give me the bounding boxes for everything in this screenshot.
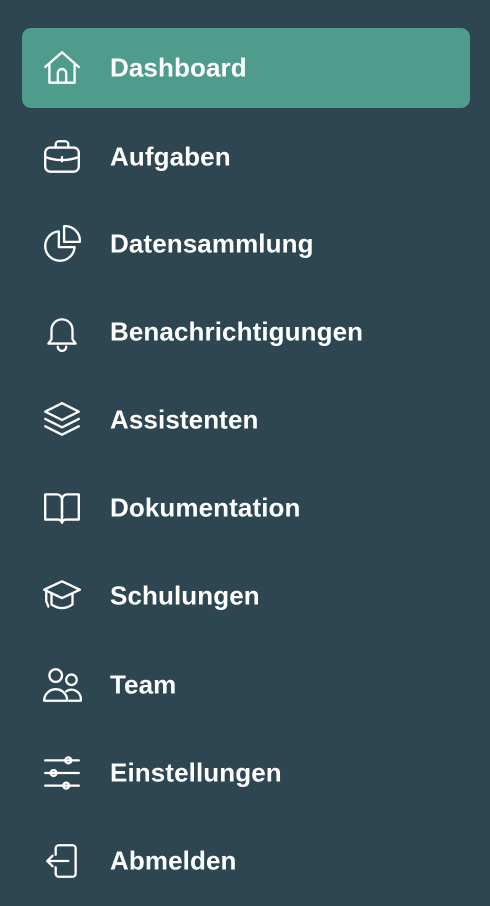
- sidebar-item-label: Abmelden: [110, 845, 237, 876]
- bell-icon: [40, 310, 84, 354]
- sidebar-item-schulungen[interactable]: Schulungen: [22, 556, 470, 636]
- sidebar-item-label: Datensammlung: [110, 228, 314, 259]
- logout-icon: [40, 839, 84, 883]
- sidebar-item-label: Schulungen: [110, 580, 260, 611]
- sidebar-item-label: Aufgaben: [110, 141, 231, 172]
- sidebar-item-label: Assistenten: [110, 404, 259, 435]
- book-icon: [40, 486, 84, 530]
- home-icon: [40, 46, 84, 90]
- sidebar-item-datensammlung[interactable]: Datensammlung: [22, 204, 470, 284]
- graduation-cap-icon: [40, 574, 84, 618]
- sidebar-item-label: Dokumentation: [110, 492, 301, 523]
- sidebar-item-abmelden[interactable]: Abmelden: [22, 821, 470, 901]
- sidebar-item-label: Dashboard: [110, 52, 247, 83]
- layers-icon: [40, 398, 84, 442]
- sidebar-item-aufgaben[interactable]: Aufgaben: [22, 117, 470, 197]
- sidebar-item-team[interactable]: Team: [22, 645, 470, 725]
- sidebar-item-label: Team: [110, 669, 177, 700]
- sliders-icon: [40, 751, 84, 795]
- sidebar-item-dashboard[interactable]: Dashboard: [22, 28, 470, 108]
- sidebar-item-dokumentation[interactable]: Dokumentation: [22, 468, 470, 548]
- sidebar-nav: Dashboard Aufgaben Datensammlung Benachr…: [0, 0, 490, 906]
- briefcase-icon: [40, 135, 84, 179]
- sidebar-item-label: Einstellungen: [110, 757, 282, 788]
- users-icon: [40, 663, 84, 707]
- pie-chart-icon: [40, 222, 84, 266]
- sidebar-item-einstellungen[interactable]: Einstellungen: [22, 733, 470, 813]
- sidebar-item-benachrichtigungen[interactable]: Benachrichtigungen: [22, 292, 470, 372]
- sidebar-item-assistenten[interactable]: Assistenten: [22, 380, 470, 460]
- sidebar-item-label: Benachrichtigungen: [110, 316, 364, 347]
